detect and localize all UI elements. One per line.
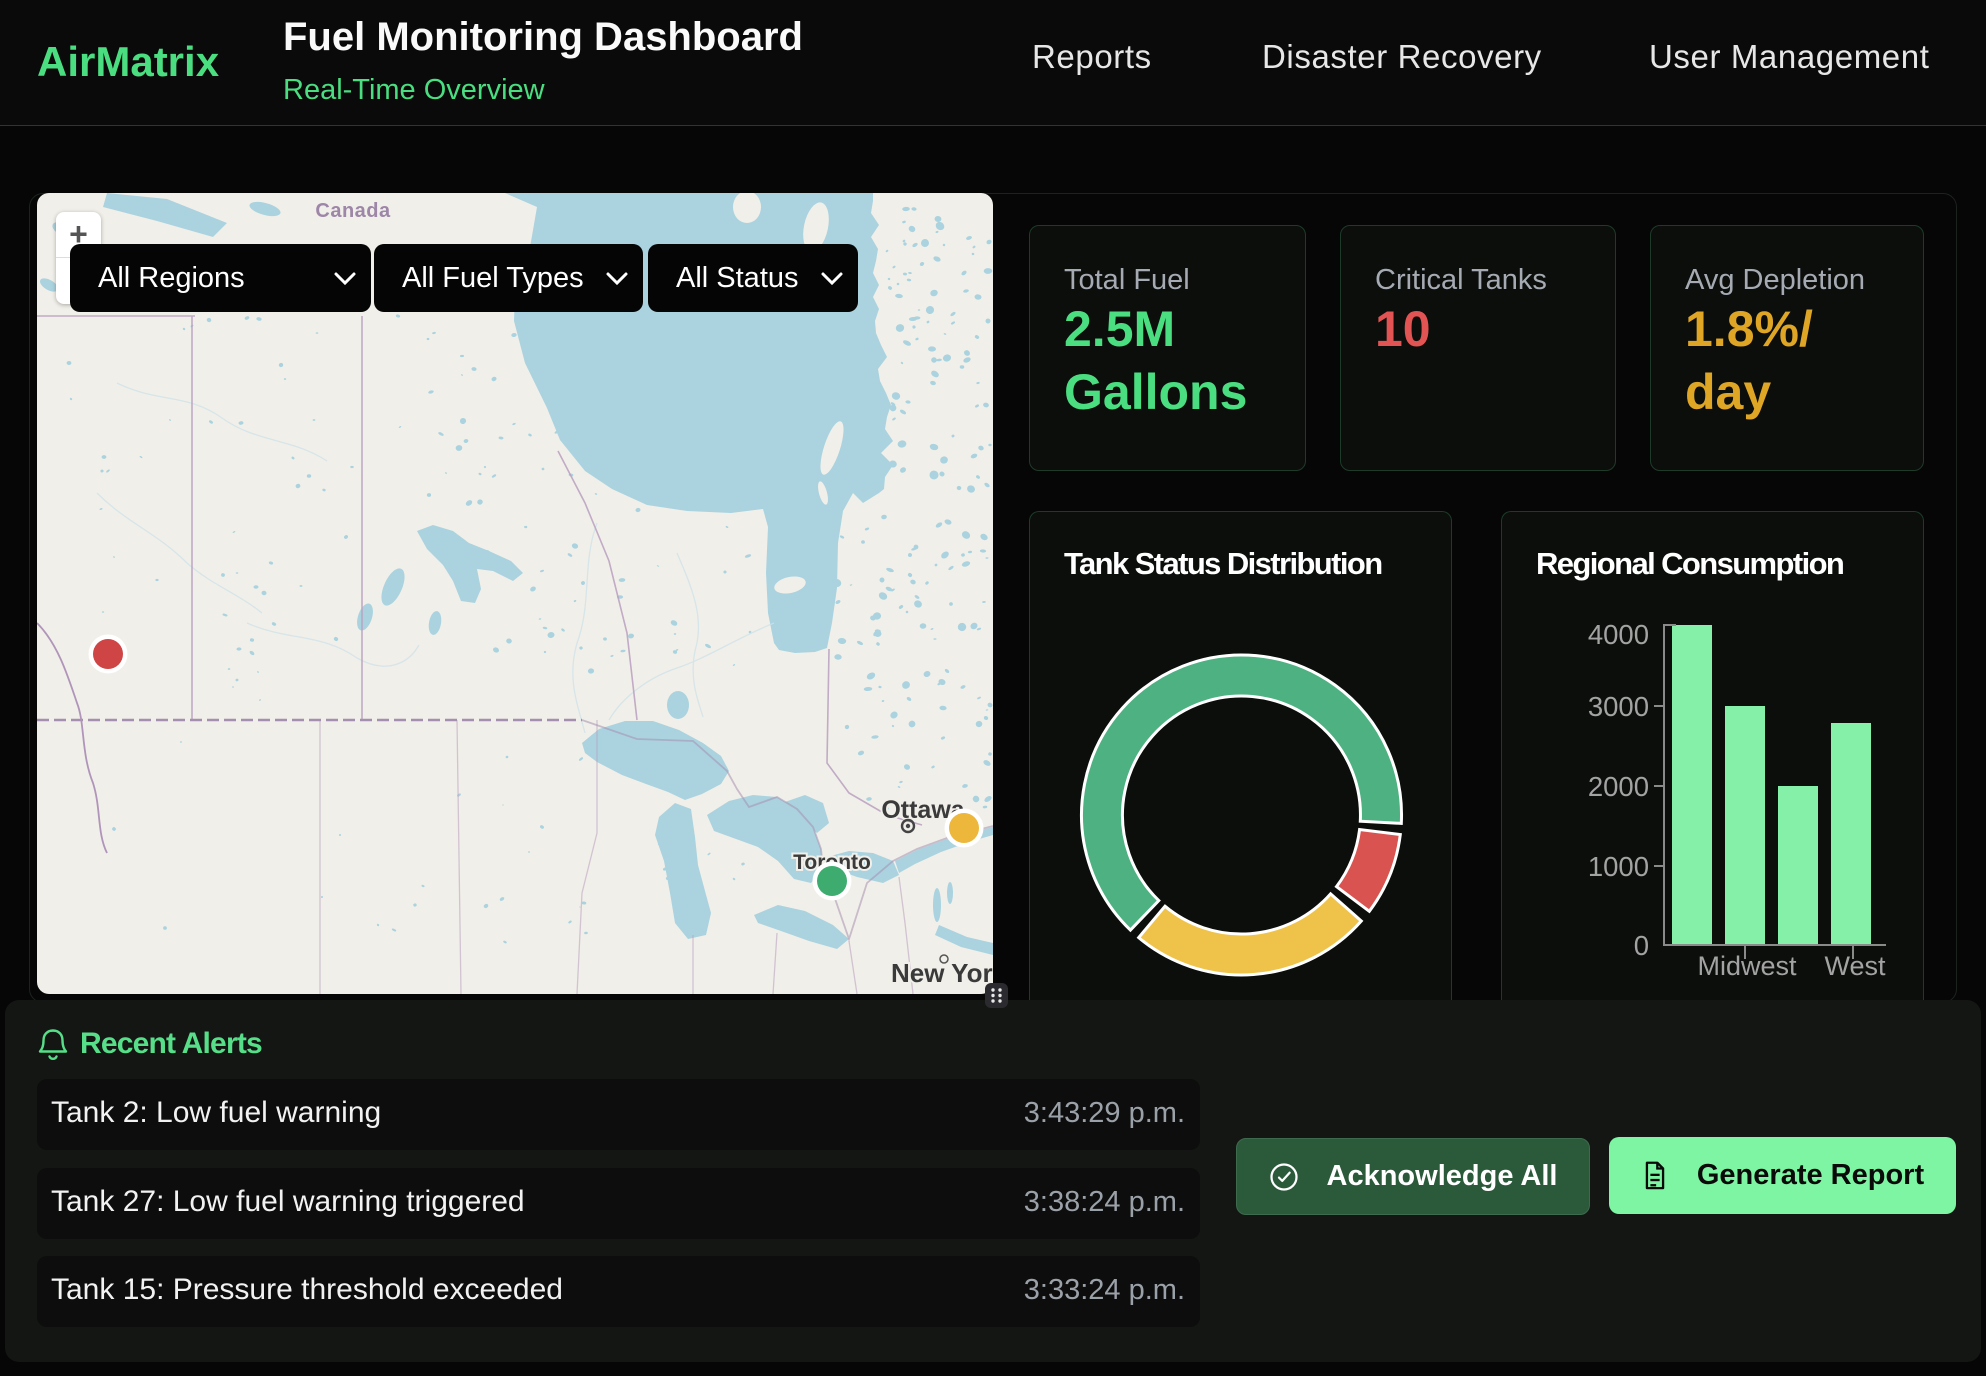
svg-text:3000: 3000 xyxy=(1588,691,1649,722)
svg-text:West: West xyxy=(1824,951,1886,981)
svg-text:1000: 1000 xyxy=(1588,851,1649,882)
svg-text:0: 0 xyxy=(1634,930,1649,961)
svg-text:4000: 4000 xyxy=(1588,619,1649,650)
svg-text:2000: 2000 xyxy=(1588,771,1649,802)
svg-text:Midwest: Midwest xyxy=(1697,951,1797,981)
svg-text:Canada: Canada xyxy=(315,200,391,222)
